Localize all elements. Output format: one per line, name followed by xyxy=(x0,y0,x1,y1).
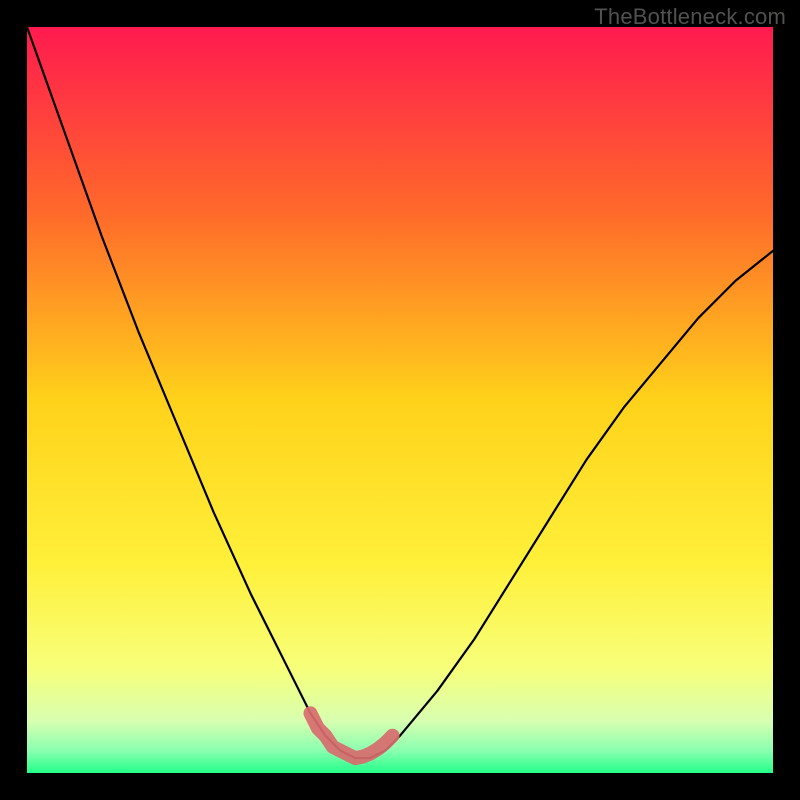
chart-stage: TheBottleneck.com xyxy=(0,0,800,800)
plot-background xyxy=(27,27,773,773)
watermark-label: TheBottleneck.com xyxy=(594,4,786,30)
bottleneck-chart xyxy=(0,0,800,800)
